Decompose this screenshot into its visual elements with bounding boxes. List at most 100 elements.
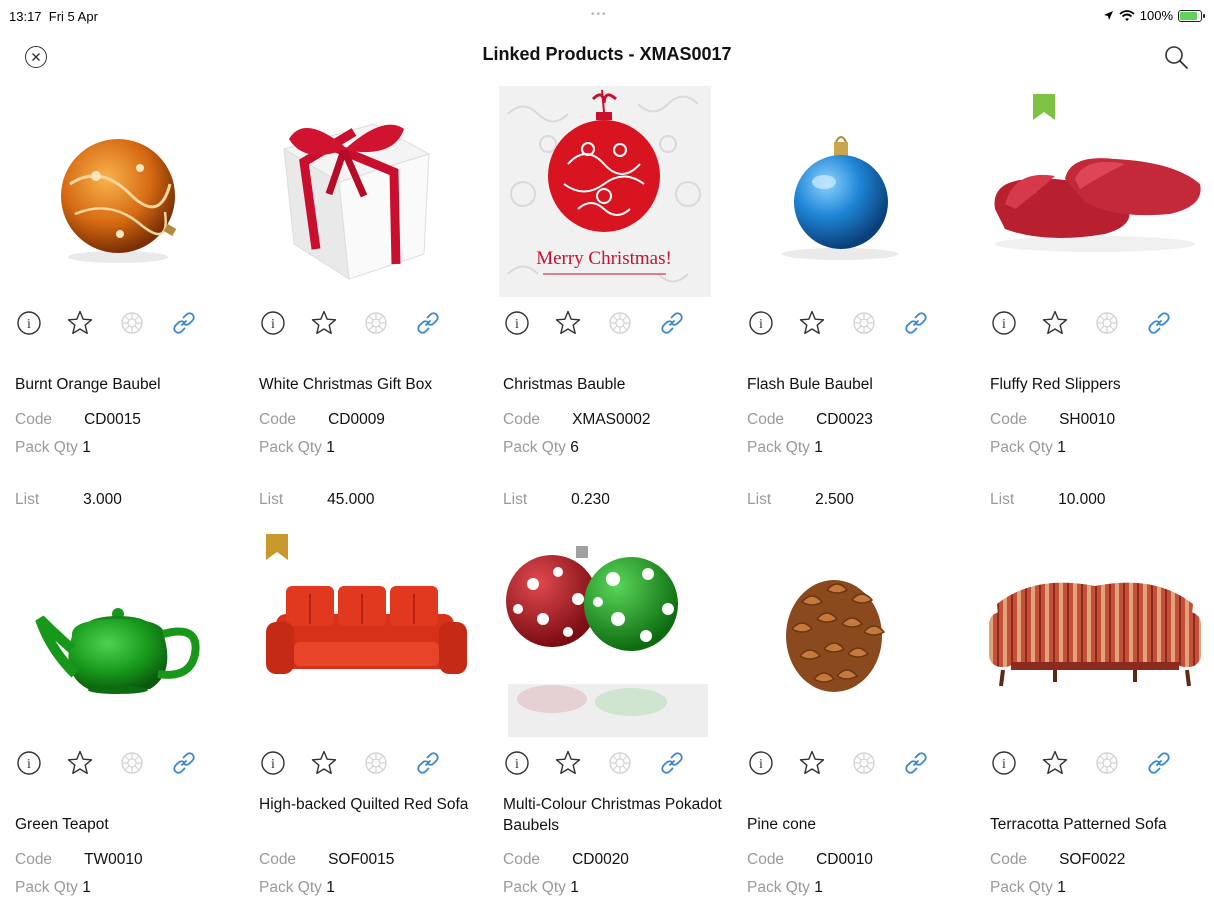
- link-icon: [170, 749, 198, 782]
- link-button[interactable]: [657, 310, 687, 340]
- info-icon: i: [260, 750, 286, 781]
- link-button[interactable]: [901, 750, 931, 780]
- product-image-gift-box[interactable]: [244, 84, 484, 299]
- favourite-button[interactable]: [1040, 310, 1070, 340]
- pack-qty-label: Pack Qty: [990, 439, 1053, 456]
- product-code-row: Code CD0010: [747, 850, 873, 870]
- info-button[interactable]: i: [746, 310, 776, 340]
- pack-qty-row: Pack Qty 1: [990, 878, 1066, 898]
- product-code-row: Code CD0020: [503, 850, 629, 870]
- link-button[interactable]: [169, 310, 199, 340]
- code-label: Code: [259, 851, 297, 868]
- code-label: Code: [747, 851, 785, 868]
- info-button[interactable]: i: [258, 310, 288, 340]
- info-button[interactable]: i: [989, 750, 1019, 780]
- link-button[interactable]: [657, 750, 687, 780]
- favourite-button[interactable]: [65, 310, 95, 340]
- svg-text:i: i: [1002, 317, 1006, 332]
- list-price-row: List 10.000: [990, 490, 1106, 510]
- product-actions: i: [258, 310, 478, 350]
- product-code: SH0010: [1059, 411, 1116, 428]
- favourite-button[interactable]: [797, 310, 827, 340]
- favourite-button[interactable]: [309, 310, 339, 340]
- favourite-button[interactable]: [1040, 750, 1070, 780]
- product-image-blue-bauble[interactable]: [732, 84, 972, 299]
- product-code-row: Code SOF0015: [259, 850, 394, 870]
- product-code-row: Code TW0010: [15, 850, 143, 870]
- link-button[interactable]: [901, 310, 931, 340]
- disabled-icon: [1094, 310, 1120, 341]
- info-button[interactable]: i: [502, 310, 532, 340]
- favourite-button[interactable]: [797, 750, 827, 780]
- link-icon: [414, 749, 442, 782]
- svg-text:i: i: [515, 317, 519, 332]
- code-label: Code: [503, 411, 541, 428]
- product-code-row: Code CD0023: [747, 410, 873, 430]
- info-button[interactable]: i: [14, 750, 44, 780]
- search-button[interactable]: [1162, 43, 1190, 71]
- disabled-action: [1092, 310, 1122, 340]
- bookmark-icon: [1033, 94, 1055, 120]
- link-button[interactable]: [1144, 310, 1174, 340]
- wifi-icon: [1119, 9, 1135, 21]
- list-label: List: [259, 491, 284, 508]
- star-icon: [310, 309, 338, 342]
- list-label: List: [747, 491, 772, 508]
- favourite-button[interactable]: [65, 750, 95, 780]
- disabled-action: [361, 750, 391, 780]
- link-icon: [1145, 749, 1173, 782]
- disabled-action: [117, 310, 147, 340]
- link-button[interactable]: [1144, 750, 1174, 780]
- info-icon: i: [504, 750, 530, 781]
- product-name: Flash Bule Baubel: [747, 376, 873, 393]
- pack-qty-label: Pack Qty: [259, 879, 322, 896]
- link-button[interactable]: [413, 750, 443, 780]
- pack-qty-value: 1: [814, 439, 823, 456]
- product-image-orange-bauble[interactable]: [0, 84, 240, 299]
- svg-text:i: i: [1002, 757, 1006, 772]
- svg-text:i: i: [27, 317, 31, 332]
- info-button[interactable]: i: [14, 310, 44, 340]
- product-image-green-teapot[interactable]: [0, 524, 240, 739]
- product-code-row: Code CD0015: [15, 410, 141, 430]
- product-code: TW0010: [84, 851, 143, 868]
- info-icon: i: [260, 310, 286, 341]
- favourite-button[interactable]: [553, 750, 583, 780]
- link-button[interactable]: [169, 750, 199, 780]
- info-button[interactable]: i: [746, 750, 776, 780]
- disabled-icon: [119, 310, 145, 341]
- pack-qty-value: 1: [814, 879, 823, 896]
- info-button[interactable]: i: [989, 310, 1019, 340]
- product-image-striped-sofa[interactable]: [975, 524, 1214, 739]
- product-code-row: Code SOF0022: [990, 850, 1125, 870]
- favourite-button[interactable]: [553, 310, 583, 340]
- multitasking-dots[interactable]: •••: [591, 9, 608, 20]
- product-image-red-slippers[interactable]: [975, 84, 1214, 299]
- pack-qty-value: 1: [1057, 879, 1066, 896]
- product-image-merry-christmas-card[interactable]: Merry Christmas!: [488, 84, 728, 299]
- star-icon: [554, 749, 582, 782]
- pack-qty-row: Pack Qty 1: [15, 438, 91, 458]
- product-image-polka-dot-baubles[interactable]: [488, 524, 728, 739]
- code-label: Code: [990, 851, 1028, 868]
- pack-qty-row: Pack Qty 1: [15, 878, 91, 898]
- product-code: SOF0022: [1059, 851, 1126, 868]
- product-name: Green Teapot: [15, 816, 109, 833]
- star-icon: [798, 749, 826, 782]
- pack-qty-row: Pack Qty 1: [990, 438, 1066, 458]
- product-image-pine-cone[interactable]: [732, 524, 972, 739]
- svg-text:i: i: [27, 757, 31, 772]
- link-button[interactable]: [413, 310, 443, 340]
- product-actions: i: [502, 310, 722, 350]
- product-name: White Christmas Gift Box: [259, 376, 433, 393]
- link-icon: [1145, 309, 1173, 342]
- favourite-button[interactable]: [309, 750, 339, 780]
- disabled-action: [361, 310, 391, 340]
- product-name: Terracotta Patterned Sofa: [990, 816, 1167, 833]
- info-button[interactable]: i: [502, 750, 532, 780]
- info-button[interactable]: i: [258, 750, 288, 780]
- disabled-action: [1092, 750, 1122, 780]
- code-label: Code: [990, 411, 1028, 428]
- pack-qty-label: Pack Qty: [503, 879, 566, 896]
- product-code-row: Code CD0009: [259, 410, 385, 430]
